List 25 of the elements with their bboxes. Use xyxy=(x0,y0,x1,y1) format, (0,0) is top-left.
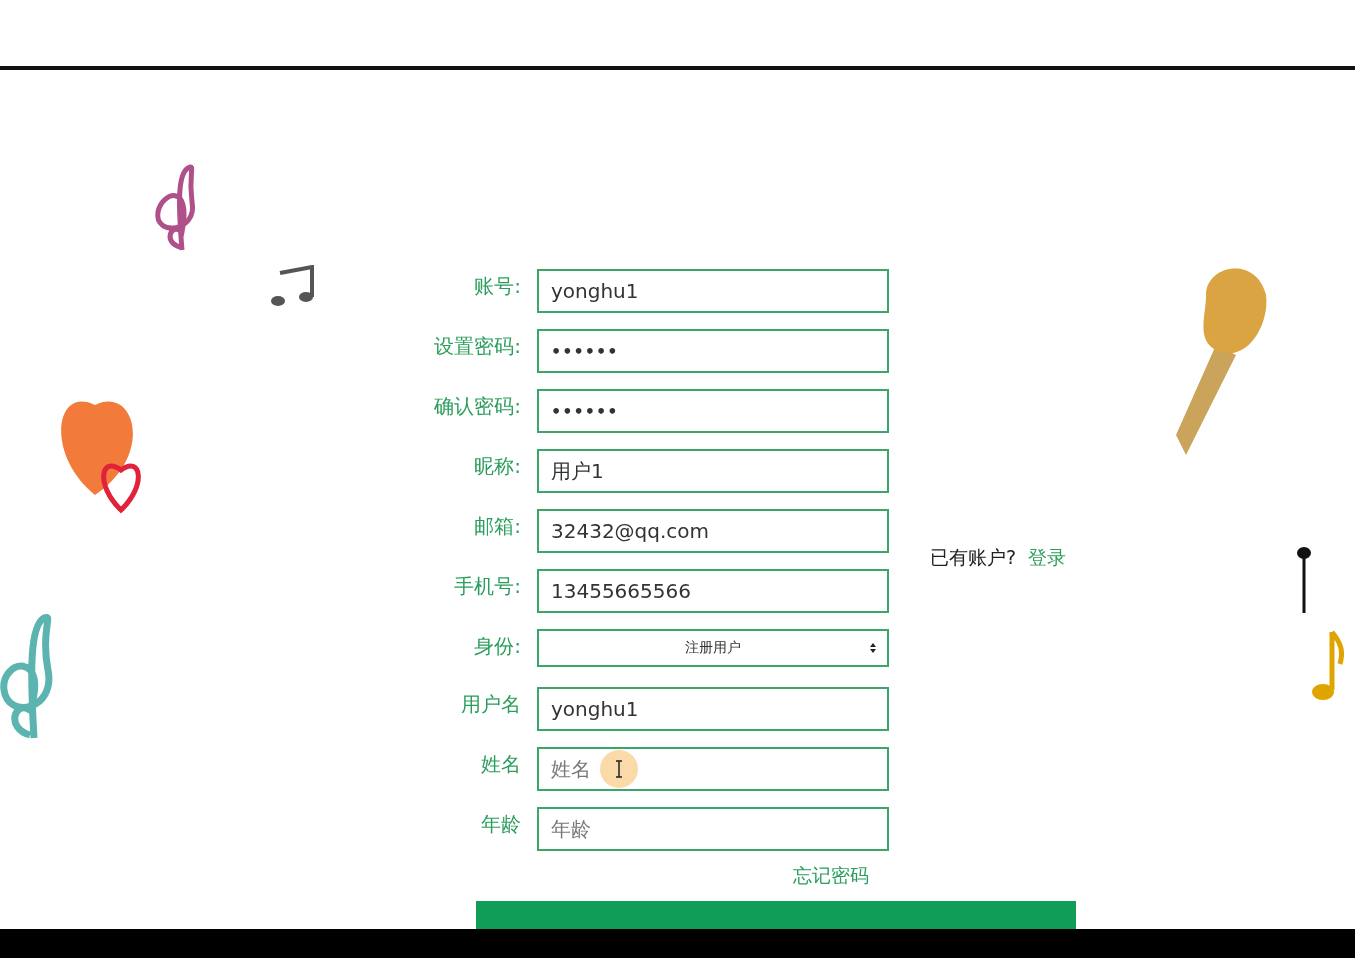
field-label: 手机号: xyxy=(453,573,521,600)
input-field[interactable]: 用户1 xyxy=(537,449,889,493)
has-account-text: 已有账户? xyxy=(930,545,1017,570)
field-label: 姓名 xyxy=(480,751,521,778)
field-label: 确认密码: xyxy=(433,393,521,420)
field-label: 年龄 xyxy=(480,811,521,838)
sort-caret-icon xyxy=(869,642,877,654)
forgot-password-link[interactable]: 忘记密码 xyxy=(793,863,869,889)
password-field[interactable]: •••••• xyxy=(537,389,889,433)
register-button[interactable] xyxy=(476,901,1076,929)
input-field[interactable]: 年龄 xyxy=(537,807,889,851)
password-field[interactable]: •••••• xyxy=(537,329,889,373)
field-label: 账号: xyxy=(473,273,521,300)
field-label: 邮箱: xyxy=(473,513,521,540)
field-label: 身份: xyxy=(473,633,521,660)
input-field[interactable]: yonghu1 xyxy=(537,269,889,313)
input-field[interactable]: 32432@qq.com xyxy=(537,509,889,553)
field-label: 昵称: xyxy=(473,453,521,480)
login-link[interactable]: 登录 xyxy=(1028,545,1067,571)
input-field[interactable]: 姓名 xyxy=(537,747,889,791)
field-label: 设置密码: xyxy=(433,333,521,360)
input-field[interactable]: 13455665566 xyxy=(537,569,889,613)
field-label: 用户名 xyxy=(460,691,521,718)
role-select[interactable]: 注册用户 xyxy=(537,629,889,667)
input-field[interactable]: yonghu1 xyxy=(537,687,889,731)
